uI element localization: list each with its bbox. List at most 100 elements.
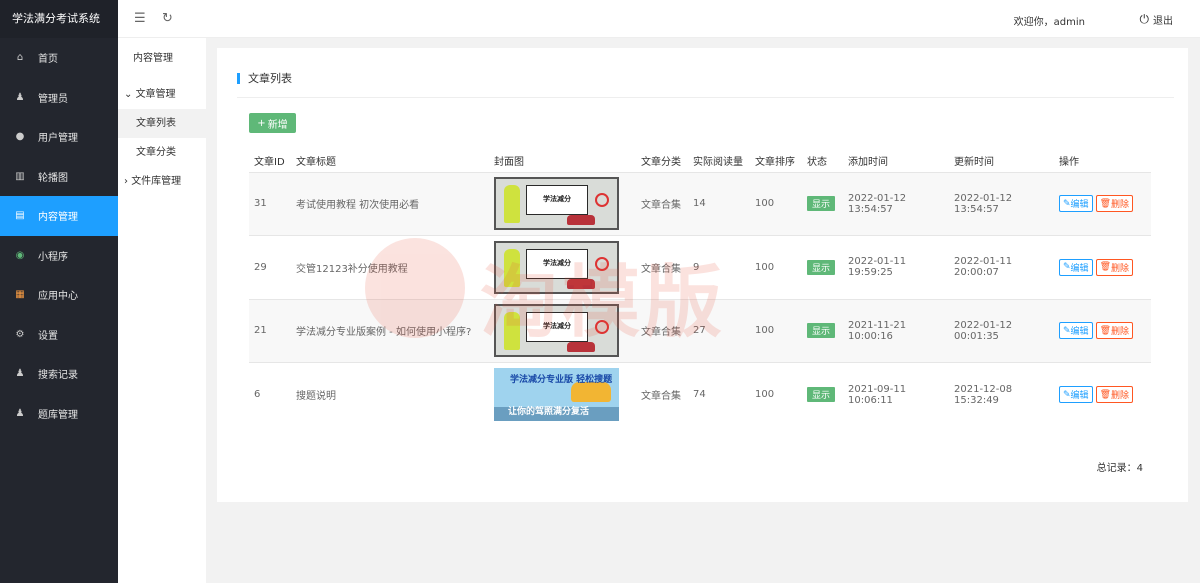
cell-id: 31 <box>249 171 291 236</box>
cover-text: 学法减分 <box>543 322 571 331</box>
top-bar: ☰ ↻ 欢迎你，admin ⏻ 退出 <box>118 0 1200 38</box>
cell-title: 交管12123补分使用教程 <box>291 235 489 299</box>
column-header: 文章排序 <box>755 156 795 168</box>
subnav-item-article-category[interactable]: 文章分类 <box>118 138 206 167</box>
sub-navigation: 内容管理 ⌄ 文章管理 文章列表 文章分类 › 文件库管理 <box>118 38 206 583</box>
sidebar-item-label: 题库管理 <box>38 409 78 421</box>
status-badge: 显示 <box>807 387 836 402</box>
table-row: 31 考试使用教程 初次使用必看 学法减分 文章合集 14 100 显示 202… <box>249 171 1151 236</box>
plus-icon: + <box>257 117 266 129</box>
cell-category: 文章合集 <box>636 362 688 426</box>
cell-sort: 100 <box>750 362 802 426</box>
cell-category: 文章合集 <box>636 298 688 363</box>
cover-text: 让你的驾照满分复活 <box>508 407 590 417</box>
delete-button[interactable]: 🗑 删除 <box>1095 258 1134 276</box>
table-row: 29 交管12123补分使用教程 学法减分 文章合集 9 100 显示 2022… <box>249 235 1151 299</box>
cell-cover: 学法减分专业版 轻松搜题 让你的驾照满分复活 <box>489 362 636 426</box>
edit-label: 编辑 <box>1070 391 1089 401</box>
sidebar-item-miniprogram[interactable]: ◉ 小程序 <box>0 236 118 276</box>
add-button[interactable]: + 新增 <box>249 113 296 133</box>
delete-label: 删除 <box>1111 200 1130 211</box>
column-header: 状态 <box>807 156 827 168</box>
cell-actions: ✎ 编辑 🗑 删除 <box>1054 235 1151 299</box>
cell-status: 显示 <box>802 362 843 426</box>
sidebar-item-users[interactable]: ● 用户管理 <box>0 117 118 157</box>
home-icon: ⌂ <box>16 52 24 64</box>
cell-sort: 100 <box>750 235 802 299</box>
cell-cover: 学法减分 <box>489 298 636 363</box>
sidebar-item-content[interactable]: ▤ 内容管理 <box>0 196 118 236</box>
sidebar-item-settings[interactable]: ⚙ 设置 <box>0 315 118 355</box>
app-title: 学法满分考试系统 <box>0 0 118 38</box>
cell-actions: ✎ 编辑 🗑 删除 <box>1054 171 1151 236</box>
edit-button[interactable]: ✎ 编辑 <box>1059 258 1093 276</box>
cell-category: 文章合集 <box>636 235 688 299</box>
cell-cover: 学法减分 <box>489 171 636 236</box>
sidebar-item-apps[interactable]: ▦ 应用中心 <box>0 275 118 315</box>
delete-button[interactable]: 🗑 删除 <box>1095 195 1134 213</box>
subnav-item-article-list[interactable]: 文章列表 <box>118 109 206 138</box>
cover-image: 学法减分 <box>494 240 619 294</box>
cell-added: 2021-11-21 10:00:16 <box>843 298 949 363</box>
pencil-icon: ✎ <box>1063 325 1071 336</box>
cell-title: 学法减分专业版案例 - 如何使用小程序? <box>291 298 489 363</box>
edit-button[interactable]: ✎ 编辑 <box>1059 386 1093 403</box>
cell-id: 6 <box>249 362 291 426</box>
sidebar-item-question-bank[interactable]: ♟ 题库管理 <box>0 394 118 434</box>
cover-image: 学法减分专业版 轻松搜题 让你的驾照满分复活 <box>494 368 619 421</box>
user-icon: ● <box>15 131 25 143</box>
logout-button[interactable]: ⏻ 退出 <box>1140 12 1174 27</box>
status-badge: 显示 <box>807 323 836 339</box>
sidebar-item-search-records[interactable]: ♟ 搜索记录 <box>0 354 118 394</box>
delete-button[interactable]: 🗑 删除 <box>1095 386 1134 403</box>
cell-actions: ✎ 编辑 🗑 删除 <box>1054 362 1151 426</box>
sidebar-item-home[interactable]: ⌂ 首页 <box>0 38 118 78</box>
trash-icon: 🗑 <box>1099 325 1111 336</box>
welcome-text: 欢迎你，admin <box>1013 17 1085 28</box>
divider <box>237 97 1174 98</box>
refresh-icon[interactable]: ↻ <box>162 11 173 26</box>
pencil-icon: ✎ <box>1063 198 1071 209</box>
subnav-group-label: 文件库管理 <box>131 176 182 187</box>
user-admin-icon: ♟ <box>15 91 25 103</box>
logout-label: 退出 <box>1153 16 1173 27</box>
cell-updated: 2021-12-08 15:32:49 <box>949 362 1054 426</box>
cover-text: 学法减分 <box>543 195 571 204</box>
sidebar-item-carousel[interactable]: ▥ 轮播图 <box>0 157 118 197</box>
pencil-icon: ✎ <box>1063 389 1071 400</box>
cell-id: 29 <box>249 235 291 299</box>
cell-sort: 100 <box>750 298 802 363</box>
cell-category: 文章合集 <box>636 171 688 236</box>
menu-collapse-icon[interactable]: ☰ <box>134 11 146 26</box>
cell-updated: 2022-01-11 20:00:07 <box>949 235 1054 299</box>
cell-reads: 74 <box>688 362 750 426</box>
sidebar: 学法满分考试系统 ⌂ 首页 ♟ 管理员 ● 用户管理 ▥ 轮播图 ▤ 内容管理 ◉ 小程序 … <box>0 0 118 583</box>
edit-button[interactable]: ✎ 编辑 <box>1059 195 1093 213</box>
status-badge: 显示 <box>807 259 836 275</box>
cover-image: 学法减分 <box>494 177 619 231</box>
subnav-group-articles[interactable]: ⌄ 文章管理 <box>118 80 206 109</box>
main-panel: 文章列表 + 新增 文章ID 文章标题 封面图 文章分类 实际阅读量 文章排序 状… <box>217 48 1188 502</box>
sidebar-item-admin[interactable]: ♟ 管理员 <box>0 78 118 118</box>
column-header: 文章ID <box>254 156 285 168</box>
sidebar-item-label: 应用中心 <box>38 291 78 303</box>
column-header: 文章分类 <box>641 156 681 168</box>
cell-title: 搜题说明 <box>291 362 489 426</box>
user-bank-icon: ♟ <box>15 407 25 419</box>
total-records: 总记录：4 <box>1096 463 1143 474</box>
sidebar-item-label: 管理员 <box>38 93 68 105</box>
subnav-group-files[interactable]: › 文件库管理 <box>118 167 206 196</box>
cell-status: 显示 <box>802 298 843 363</box>
delete-button[interactable]: 🗑 删除 <box>1095 322 1134 340</box>
cell-id: 21 <box>249 298 291 363</box>
add-label: 新增 <box>267 119 288 131</box>
sidebar-item-label: 轮播图 <box>38 172 68 184</box>
sidebar-item-label: 设置 <box>38 330 58 342</box>
cover-image: 学法减分 <box>494 304 619 358</box>
section-title: 文章列表 <box>237 73 292 84</box>
subnav-title: 内容管理 <box>133 53 173 64</box>
edit-label: 编辑 <box>1070 327 1089 338</box>
cell-updated: 2022-01-12 00:01:35 <box>949 298 1054 363</box>
trash-icon: 🗑 <box>1099 262 1111 273</box>
edit-button[interactable]: ✎ 编辑 <box>1059 322 1093 340</box>
